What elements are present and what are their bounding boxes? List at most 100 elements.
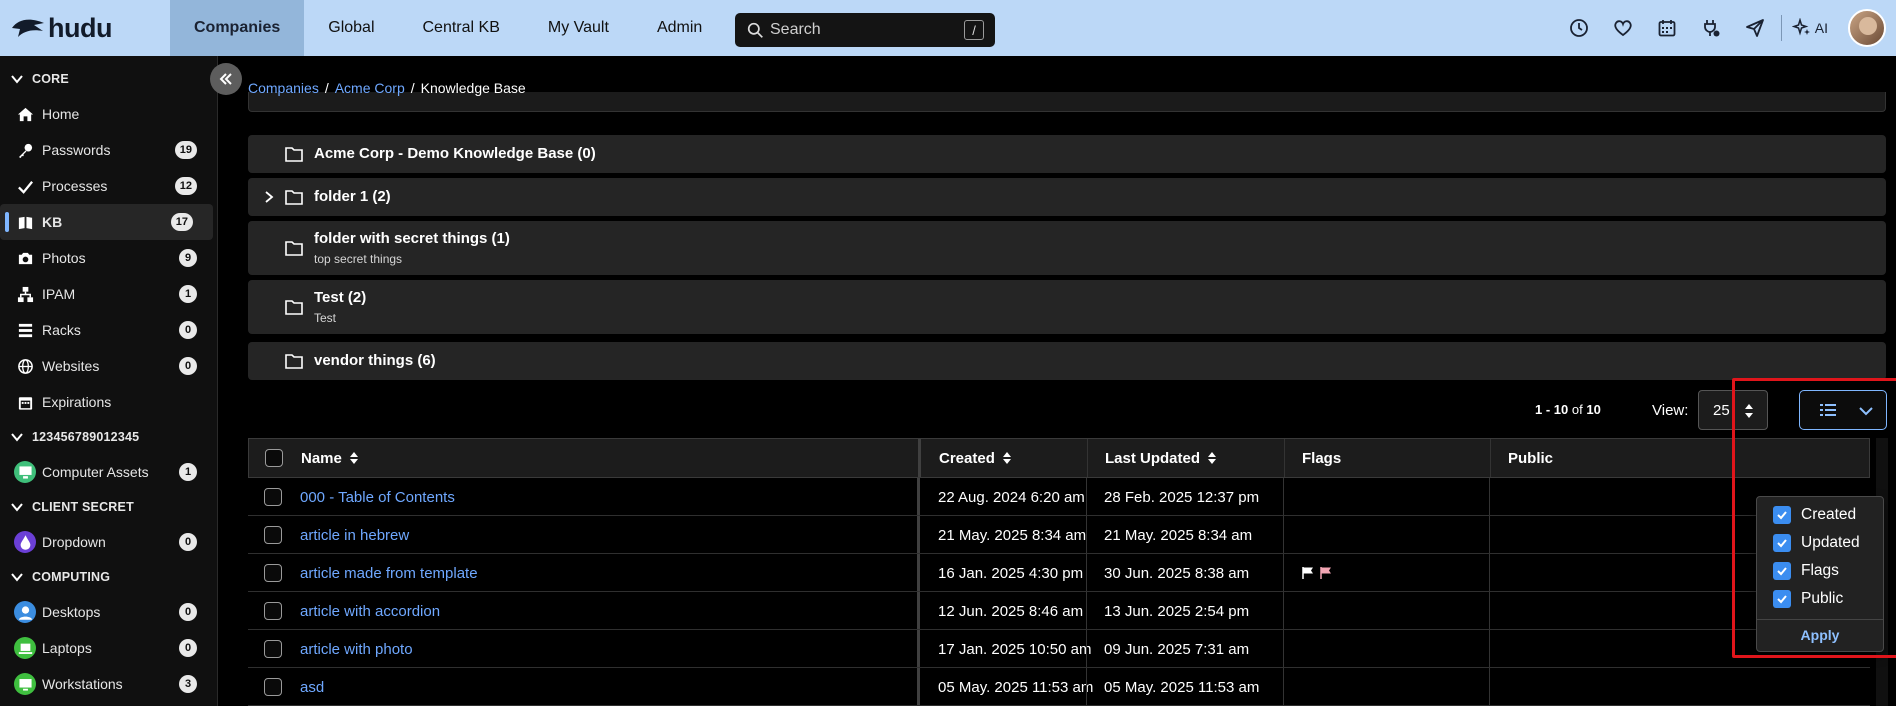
sidebar-item-websites[interactable]: Websites 0 <box>0 348 217 384</box>
folder-row[interactable]: folder with secret things (1) top secret… <box>248 221 1886 275</box>
sidebar-item-processes[interactable]: Processes 12 <box>0 168 217 204</box>
sidebar-item-workstations[interactable]: Workstations 3 <box>0 666 217 702</box>
checkbox-checked[interactable] <box>1773 590 1791 608</box>
nav-tab-admin[interactable]: Admin <box>633 0 726 56</box>
checkmark-icon <box>1777 567 1787 576</box>
article-link[interactable]: 000 - Table of Contents <box>300 489 455 506</box>
sidebar-item-label: KB <box>42 214 63 230</box>
column-header-last-updated[interactable]: Last Updated <box>1105 439 1217 477</box>
checkbox-checked[interactable] <box>1773 562 1791 580</box>
search-placeholder: Search <box>770 21 821 38</box>
row-checkbox[interactable] <box>264 488 282 506</box>
sidebar-collapse-button[interactable] <box>210 63 242 95</box>
sidebar-item-dropdown[interactable]: Dropdown 0 <box>0 524 217 560</box>
folder-row[interactable]: Acme Corp - Demo Knowledge Base (0) <box>248 135 1886 173</box>
sidebar-item-laptops[interactable]: Laptops 0 <box>0 630 217 666</box>
folder-icon <box>285 300 303 315</box>
count-badge: 3 <box>179 675 197 693</box>
row-checkbox[interactable] <box>264 602 282 620</box>
calendar-icon <box>18 396 32 410</box>
sidebar-item-ipam[interactable]: IPAM 1 <box>0 276 217 312</box>
clock-icon <box>1569 19 1588 37</box>
columns-toggle-button[interactable] <box>1799 390 1887 430</box>
sidebar-section-client-secret[interactable]: CLIENT SECRET <box>0 490 217 524</box>
column-option-public[interactable]: Public <box>1757 585 1883 613</box>
sidebar-item-kb[interactable]: KB 17 <box>0 204 213 240</box>
columns-list-icon <box>1820 404 1836 416</box>
nav-tab-central-kb[interactable]: Central KB <box>399 0 524 56</box>
nav-tab-my-vault[interactable]: My Vault <box>524 0 633 56</box>
table-row: asd 05 May. 2025 11:53 am 05 May. 2025 1… <box>248 668 1870 706</box>
article-link[interactable]: article with accordion <box>300 603 440 620</box>
per-page-select[interactable]: 25 <box>1698 390 1768 430</box>
user-avatar[interactable] <box>1848 9 1886 47</box>
calendar-button[interactable] <box>1645 0 1689 56</box>
table-row: article with photo 17 Jan. 2025 10:50 am… <box>248 630 1870 668</box>
article-link[interactable]: asd <box>300 679 324 696</box>
created-date: 22 Aug. 2024 6:20 am <box>938 488 1085 506</box>
ai-button[interactable]: AI <box>1786 0 1842 56</box>
sidebar-item-expirations[interactable]: Expirations <box>0 384 217 420</box>
sidebar-section-123456789012345[interactable]: 123456789012345 <box>0 420 217 454</box>
top-bar: hudu Companies Global Central KB My Vaul… <box>0 0 1896 56</box>
per-page-value: 25 <box>1713 401 1730 419</box>
global-search-input[interactable]: Search / <box>735 13 995 47</box>
sidebar-item-computer-assets[interactable]: Computer Assets 1 <box>0 454 217 490</box>
updated-date: 28 Feb. 2025 12:37 pm <box>1104 488 1260 506</box>
folder-row[interactable]: vendor things (6) <box>248 342 1886 380</box>
flag-icon[interactable] <box>1319 566 1333 580</box>
header-label: Name <box>301 449 342 467</box>
column-option-created[interactable]: Created <box>1757 501 1883 529</box>
flag-icon[interactable] <box>1301 566 1315 580</box>
apply-columns-button[interactable]: Apply <box>1757 627 1883 643</box>
integrations-button[interactable] <box>1689 0 1733 56</box>
sidebar-item-label: Computer Assets <box>42 464 149 480</box>
row-checkbox[interactable] <box>264 678 282 696</box>
option-label: Created <box>1801 506 1857 523</box>
header-label: Flags <box>1302 449 1342 467</box>
sidebar-section-core[interactable]: CORE <box>0 62 217 96</box>
calendar-icon <box>1658 20 1676 37</box>
article-link[interactable]: article with photo <box>300 641 413 658</box>
nav-tab-companies[interactable]: Companies <box>170 0 305 56</box>
pager-total: 10 <box>1586 402 1601 417</box>
row-checkbox[interactable] <box>264 564 282 582</box>
sidebar-item-passwords[interactable]: Passwords 19 <box>0 132 217 168</box>
sort-arrows-icon <box>1745 404 1753 418</box>
monitor-icon <box>14 673 36 695</box>
article-link[interactable]: article in hebrew <box>300 527 409 544</box>
table-row: article in hebrew 21 May. 2025 8:34 am 2… <box>248 516 1870 554</box>
option-label: Flags <box>1801 562 1839 579</box>
sidebar-section-computing[interactable]: COMPUTING <box>0 560 217 594</box>
column-option-flags[interactable]: Flags <box>1757 557 1883 585</box>
select-all-checkbox[interactable] <box>265 449 283 467</box>
row-checkbox[interactable] <box>264 526 282 544</box>
sidebar-item-label: Home <box>42 106 80 122</box>
main-content: Companies / Acme Corp / Knowledge Base A… <box>230 56 1896 706</box>
sidebar-item-racks[interactable]: Racks 0 <box>0 312 217 348</box>
hudu-logo[interactable]: hudu <box>0 0 170 56</box>
article-link[interactable]: article made from template <box>300 565 478 582</box>
folder-icon <box>285 241 303 256</box>
breadcrumb-companies[interactable]: Companies <box>248 80 319 96</box>
favorites-button[interactable] <box>1601 0 1645 56</box>
breadcrumb-company[interactable]: Acme Corp <box>335 80 405 96</box>
folder-row[interactable]: Test (2) Test <box>248 280 1886 334</box>
column-header-created[interactable]: Created <box>939 439 1012 477</box>
column-option-updated[interactable]: Updated <box>1757 529 1883 557</box>
chevron-right-icon[interactable] <box>262 190 276 204</box>
send-button[interactable] <box>1733 0 1777 56</box>
sidebar-item-desktops[interactable]: Desktops 0 <box>0 594 217 630</box>
recent-clock-button[interactable] <box>1557 0 1601 56</box>
sidebar-item-photos[interactable]: Photos 9 <box>0 240 217 276</box>
pager-range: 1 - 10 <box>1535 402 1569 417</box>
chevron-down-icon <box>11 503 23 512</box>
column-header-name[interactable]: Name <box>301 439 359 477</box>
nav-tab-global[interactable]: Global <box>304 0 398 56</box>
row-checkbox[interactable] <box>264 640 282 658</box>
ai-label: AI <box>1814 20 1828 36</box>
folder-row[interactable]: folder 1 (2) <box>248 178 1886 216</box>
checkbox-checked[interactable] <box>1773 506 1791 524</box>
checkbox-checked[interactable] <box>1773 534 1791 552</box>
sidebar-item-home[interactable]: Home <box>0 96 217 132</box>
